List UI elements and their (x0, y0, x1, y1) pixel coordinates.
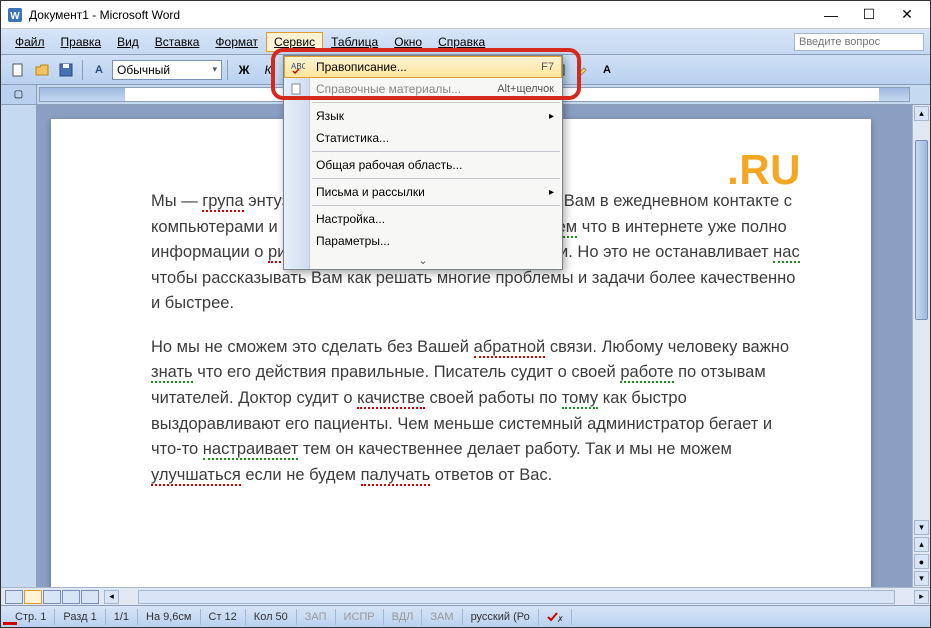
service-dropdown-menu: ABC Правописание... F7 Справочные матери… (283, 55, 563, 270)
grammar-error: знать (151, 363, 193, 383)
help-question-box[interactable] (794, 33, 924, 51)
vertical-scrollbar[interactable]: ▴ ▾ ▴ ● ▾ (912, 105, 930, 587)
menu-table[interactable]: Таблица (323, 32, 386, 52)
status-ovr[interactable]: ЗАМ (422, 609, 462, 625)
view-web-button[interactable] (43, 590, 61, 604)
status-lang[interactable]: русский (Ро (463, 609, 539, 625)
window-title: Документ1 - Microsoft Word (29, 8, 812, 22)
menu-help[interactable]: Справка (430, 32, 493, 52)
styles-button[interactable]: A (88, 59, 110, 81)
minimize-button[interactable]: — (812, 3, 850, 27)
status-rec[interactable]: ЗАП (297, 609, 336, 625)
view-reading-button[interactable] (81, 590, 99, 604)
menu-item-options[interactable]: Параметры... (284, 230, 562, 252)
prev-page-button[interactable]: ▴ (914, 537, 929, 552)
highlight-button[interactable] (572, 59, 594, 81)
status-spellcheck-icon[interactable]: ✗ (539, 609, 572, 625)
statusbar: Стр. 1 Разд 1 1/1 На 9,6см Ст 12 Кол 50 … (1, 605, 930, 627)
grammar-error: работе (620, 363, 673, 383)
grammar-error: нас (773, 243, 800, 263)
save-button[interactable] (55, 59, 77, 81)
spelling-error: улучшаться (151, 466, 241, 486)
bold-button[interactable]: Ж (233, 59, 255, 81)
status-section: Разд 1 (55, 609, 105, 625)
vertical-ruler[interactable] (1, 105, 37, 587)
horizontal-scrollbar[interactable] (138, 590, 895, 604)
grammar-error: тому (562, 389, 598, 409)
view-layout-button[interactable] (24, 590, 42, 604)
submenu-arrow-icon: ▸ (549, 187, 554, 198)
font-color-button[interactable]: A (596, 59, 618, 81)
status-at: На 9,6см (138, 609, 200, 625)
paragraph-2: Но мы не сможем это сделать без Вашей аб… (151, 335, 801, 488)
scroll-thumb[interactable] (915, 140, 928, 320)
app-window: W Документ1 - Microsoft Word — ☐ ✕ Файл … (0, 0, 931, 628)
spellcheck-icon: ABC (290, 59, 306, 75)
menu-service[interactable]: Сервис (266, 32, 323, 52)
status-pages: 1/1 (106, 609, 138, 625)
view-outline-button[interactable] (62, 590, 80, 604)
chevron-down-icon: ⌄ (418, 255, 427, 267)
menu-expand-button[interactable]: ⌄ (284, 252, 562, 269)
status-trk[interactable]: ИСПР (336, 609, 384, 625)
menu-format[interactable]: Формат (207, 32, 266, 52)
status-ext[interactable]: ВДЛ (384, 609, 423, 625)
titlebar: W Документ1 - Microsoft Word — ☐ ✕ (1, 1, 930, 29)
svg-text:W: W (10, 11, 20, 22)
next-page-button[interactable]: ▾ (914, 571, 929, 586)
scroll-left-button[interactable]: ◂ (104, 590, 119, 604)
scroll-down-button[interactable]: ▾ (914, 520, 929, 535)
menu-insert[interactable]: Вставка (147, 32, 208, 52)
horizontal-scrollbar-row: ◂ ▸ (1, 587, 930, 605)
page-logo: .RU (727, 137, 801, 202)
app-icon: W (7, 7, 23, 23)
menu-item-research[interactable]: Справочные материалы... Alt+щелчок (284, 78, 562, 100)
menu-item-mail-merge[interactable]: Письма и рассылки ▸ (284, 181, 562, 203)
new-doc-button[interactable] (7, 59, 29, 81)
style-selector[interactable]: Обычный (112, 60, 222, 80)
scroll-right-button[interactable]: ▸ (914, 590, 929, 604)
question-input[interactable] (794, 33, 924, 51)
status-col: Кол 50 (246, 609, 297, 625)
menu-item-language[interactable]: Язык ▸ (284, 105, 562, 127)
spelling-error: качистве (357, 389, 425, 409)
menu-view[interactable]: Вид (109, 32, 147, 52)
view-mode-buttons (1, 590, 103, 604)
research-icon (289, 81, 305, 97)
menu-file[interactable]: Файл (7, 32, 53, 52)
italic-button[interactable]: К (257, 59, 279, 81)
spelling-error: абратной (474, 338, 546, 358)
maximize-button[interactable]: ☐ (850, 3, 888, 27)
spelling-error: палучать (361, 466, 431, 486)
submenu-arrow-icon: ▸ (549, 111, 554, 122)
browse-object-button[interactable]: ● (914, 554, 929, 569)
menu-edit[interactable]: Правка (53, 32, 110, 52)
menu-item-statistics[interactable]: Статистика... (284, 127, 562, 149)
scroll-up-button[interactable]: ▴ (914, 106, 929, 121)
spelling-error: група (202, 192, 243, 212)
menu-item-workspace[interactable]: Общая рабочая область... (284, 154, 562, 176)
menu-window[interactable]: Окно (386, 32, 430, 52)
window-controls: — ☐ ✕ (812, 3, 926, 27)
close-button[interactable]: ✕ (888, 3, 926, 27)
menu-item-customize[interactable]: Настройка... (284, 208, 562, 230)
menu-item-spelling[interactable]: ABC Правописание... F7 (284, 56, 562, 78)
menubar: Файл Правка Вид Вставка Формат Сервис Та… (1, 29, 930, 55)
view-normal-button[interactable] (5, 590, 23, 604)
open-button[interactable] (31, 59, 53, 81)
svg-text:✗: ✗ (557, 615, 563, 623)
ruler-corner: ▢ (1, 85, 37, 104)
grammar-error: настраивает (203, 440, 299, 460)
status-line: Ст 12 (201, 609, 246, 625)
